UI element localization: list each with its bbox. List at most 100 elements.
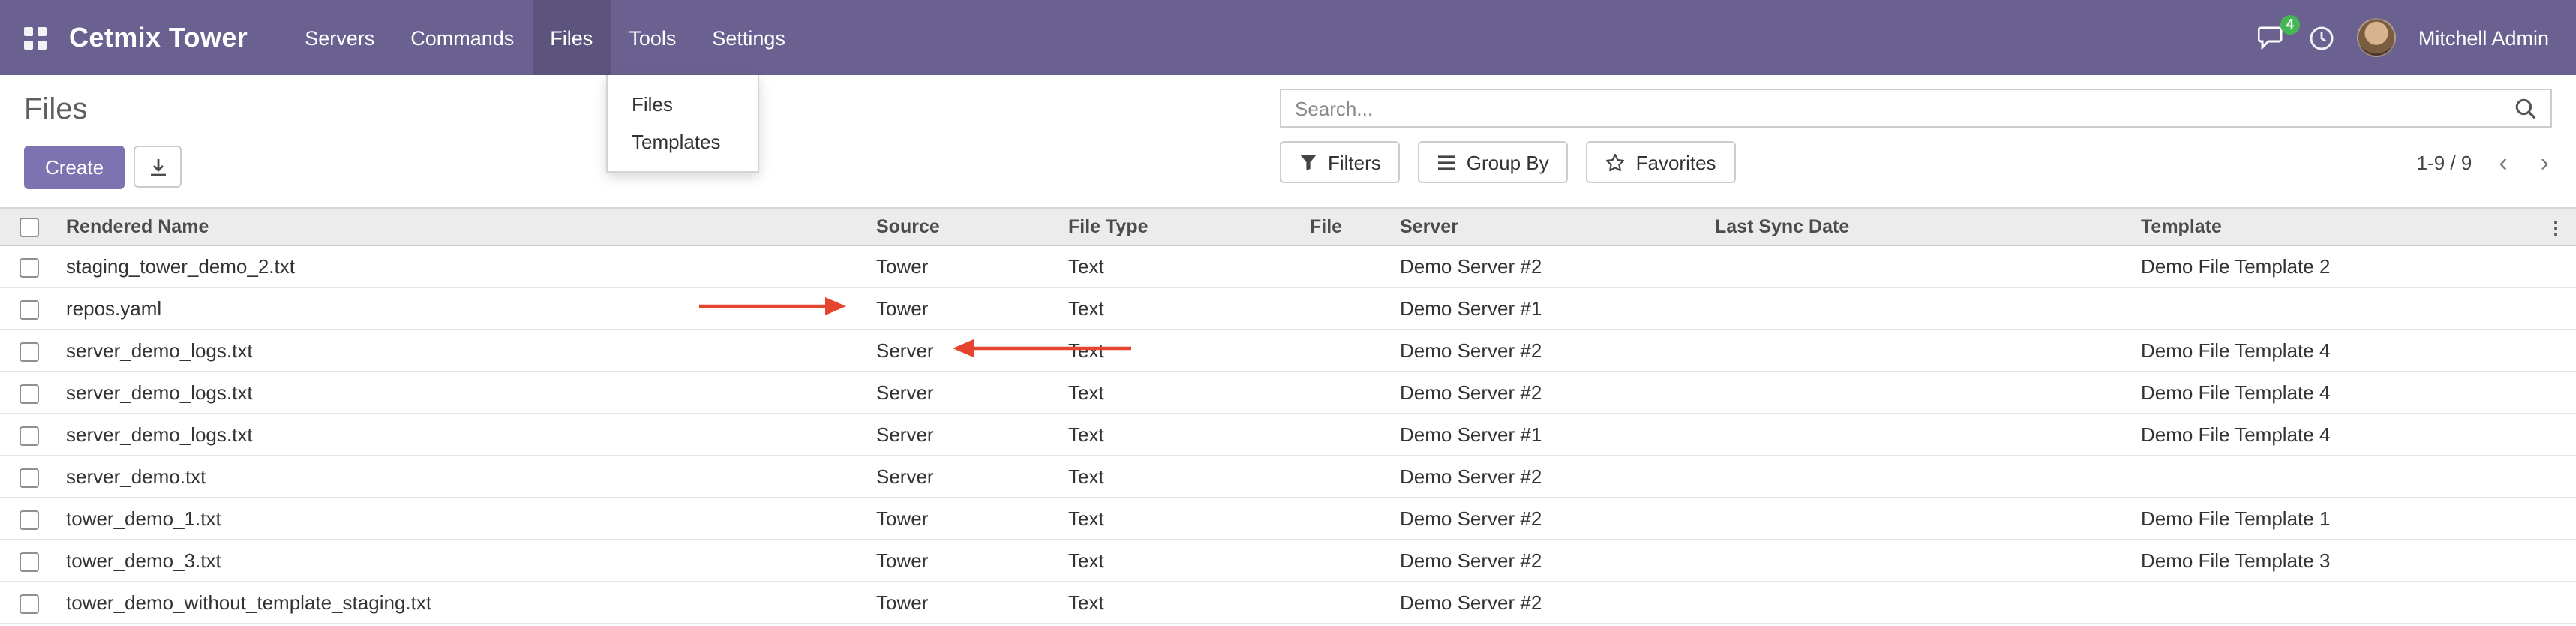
cell-options-spacer [2535,456,2576,498]
nav-menu: ServersCommandsFilesToolsSettings [287,0,803,75]
user-menu[interactable]: Mitchell Admin [2418,26,2549,49]
dropdown-item-templates[interactable]: Templates [608,123,758,161]
cell-source: Tower [876,245,1068,287]
table-row[interactable]: tower_demo_1.txtTowerTextDemo Server #2D… [0,498,2576,540]
cell-last-sync-date [1715,330,2141,372]
cell-rendered-name: server_demo_logs.txt [66,330,876,372]
cell-rendered-name: server_demo_logs.txt [66,414,876,456]
cell-server: Demo Server #2 [1400,330,1715,372]
row-checkbox[interactable] [20,384,39,404]
app-title[interactable]: Cetmix Tower [69,22,248,53]
activity-icon[interactable] [2309,25,2334,50]
systray: 4 Mitchell Admin [2231,0,2576,75]
row-checkbox[interactable] [20,342,39,362]
row-checkbox-cell [0,540,66,582]
cell-source: Tower [876,287,1068,330]
column-header-last-sync-date[interactable]: Last Sync Date [1715,208,2141,245]
cell-server: Demo Server #2 [1400,582,1715,624]
export-button[interactable] [134,146,182,188]
create-button[interactable]: Create [24,146,125,189]
cell-options-spacer [2535,582,2576,624]
pager-next-button[interactable]: › [2538,149,2552,175]
filter-row: Filters Group By Favorites [1280,141,2552,183]
cell-last-sync-date [1715,245,2141,287]
header-options-cell: ⋮ [2535,208,2576,245]
select-all-checkbox[interactable] [20,218,39,237]
nav-item-settings[interactable]: Settings [694,0,803,75]
cell-server: Demo Server #2 [1400,540,1715,582]
user-avatar[interactable] [2357,18,2396,57]
cell-source: Server [876,414,1068,456]
cell-source: Server [876,372,1068,414]
search-options: Filters Group By Favorites [1280,141,1736,183]
cell-template: Demo File Template 2 [2141,245,2535,287]
cell-file-type: Text [1068,540,1310,582]
cell-template: Demo File Template 3 [2141,540,2535,582]
table-row[interactable]: tower_demo_without_template_staging.txtT… [0,582,2576,624]
cell-rendered-name: repos.yaml [66,287,876,330]
control-panel-right: Filters Group By Favorites [1280,89,2552,183]
cell-options-spacer [2535,414,2576,456]
cell-template: Demo File Template 4 [2141,372,2535,414]
row-checkbox-cell [0,330,66,372]
row-checkbox[interactable] [20,552,39,572]
filters-button[interactable]: Filters [1280,141,1401,183]
row-checkbox[interactable] [20,300,39,320]
table-row[interactable]: server_demo.txtServerTextDemo Server #2 [0,456,2576,498]
cell-last-sync-date [1715,498,2141,540]
column-header-file[interactable]: File [1310,208,1400,245]
row-checkbox[interactable] [20,426,39,446]
row-checkbox[interactable] [20,510,39,530]
cell-file [1310,245,1400,287]
nav-item-files[interactable]: Files [532,0,611,75]
nav-item-tools[interactable]: Tools [611,0,694,75]
search-input[interactable] [1295,97,2514,119]
row-checkbox-cell [0,414,66,456]
dropdown-item-files[interactable]: Files [608,86,758,123]
nav-item-servers[interactable]: Servers [287,0,392,75]
cell-template: Demo File Template 4 [2141,330,2535,372]
column-header-server[interactable]: Server [1400,208,1715,245]
column-header-source[interactable]: Source [876,208,1068,245]
cell-server: Demo Server #1 [1400,414,1715,456]
nav-item-commands[interactable]: Commands [392,0,532,75]
row-checkbox-cell [0,582,66,624]
cell-file [1310,498,1400,540]
favorites-button[interactable]: Favorites [1587,141,1736,183]
row-checkbox[interactable] [20,594,39,614]
table-row[interactable]: server_demo_logs.txtServerText Demo Serve… [0,414,2576,456]
column-options-icon[interactable]: ⋮ [2547,217,2565,238]
filter-icon [1299,153,1317,171]
control-panel-left: Files Create [24,89,182,189]
cell-last-sync-date [1715,456,2141,498]
table-header-row: Rendered NameSourceFile TypeFileServerLa… [0,208,2576,245]
cell-options-spacer [2535,498,2576,540]
search-icon[interactable] [2514,97,2537,119]
cell-file [1310,330,1400,372]
row-checkbox[interactable] [20,468,39,488]
pager-prev-button[interactable]: ‹ [2496,149,2510,175]
cell-server: Demo Server #2 [1400,498,1715,540]
control-panel: Files Create [0,75,2576,189]
cell-options-spacer [2535,330,2576,372]
messages-icon[interactable]: 4 [2258,25,2286,50]
cell-file-type: Text [1068,414,1310,456]
apps-grid-icon[interactable] [24,26,47,49]
column-header-rendered-name[interactable]: Rendered Name [66,208,876,245]
group-by-button[interactable]: Group By [1419,141,1569,183]
row-checkbox[interactable] [20,258,39,278]
table-row[interactable]: tower_demo_3.txtTowerTextDemo Server #2D… [0,540,2576,582]
cell-options-spacer [2535,245,2576,287]
cell-file [1310,540,1400,582]
cell-rendered-name: tower_demo_without_template_staging.txt [66,582,876,624]
table-row[interactable]: server_demo_logs.txtServerTextDemo Serve… [0,372,2576,414]
cell-file [1310,287,1400,330]
cell-rendered-name: staging_tower_demo_2.txt [66,245,876,287]
table-row[interactable]: repos.yamlTowerTextDemo Server #1 [0,287,2576,330]
table-row[interactable]: staging_tower_demo_2.txtTowerTextDemo Se… [0,245,2576,287]
column-header-template[interactable]: Template [2141,208,2535,245]
cell-options-spacer [2535,287,2576,330]
nav-left: Cetmix Tower [24,0,287,75]
table-row[interactable]: server_demo_logs.txtServerTextDemo Serve… [0,330,2576,372]
column-header-file-type[interactable]: File Type [1068,208,1310,245]
